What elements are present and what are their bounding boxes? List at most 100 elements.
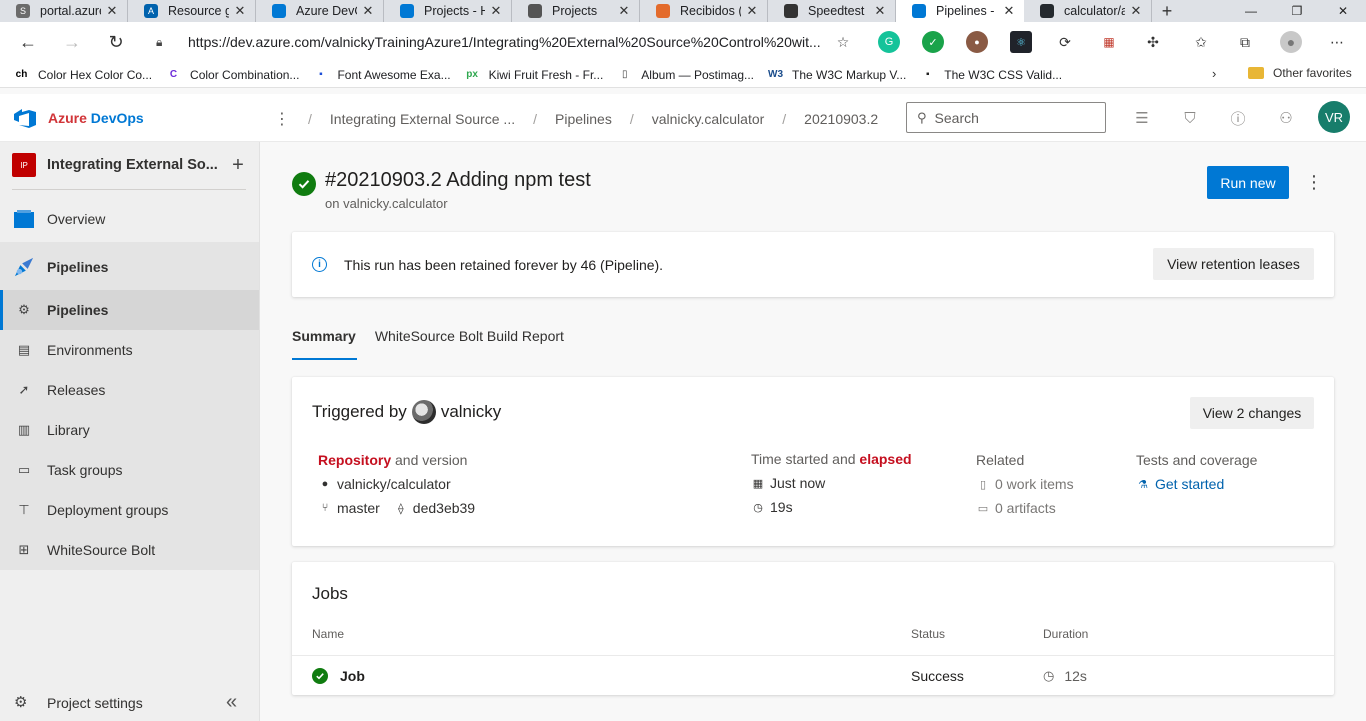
close-tab-icon[interactable]: ✕ [361, 3, 375, 19]
browser-tab[interactable]: Sportal.azure ✕ [0, 0, 128, 22]
close-tab-icon[interactable]: ✕ [617, 3, 631, 19]
branch-name[interactable]: master [337, 500, 380, 516]
table-extension-icon[interactable]: ▦ [1098, 31, 1120, 53]
bookmark-item[interactable]: ch Color Hex Color Co... [14, 67, 152, 82]
sidebar-item-whitesource-bolt[interactable]: ⊞ WhiteSource Bolt [0, 530, 259, 570]
close-tab-icon[interactable]: ✕ [1129, 3, 1143, 19]
new-tab-icon[interactable]: + [1152, 0, 1182, 22]
bookmark-label: Color Combination... [190, 67, 300, 82]
breadcrumb-run[interactable]: 20210903.2 [804, 111, 878, 127]
user-settings-icon[interactable]: ⚇ [1274, 106, 1298, 130]
maximize-icon[interactable]: ❐ [1274, 0, 1320, 22]
sidebar-item-task-groups[interactable]: ▭ Task groups [0, 450, 259, 490]
help-icon[interactable]: ⓘ [1226, 106, 1250, 130]
close-tab-icon[interactable]: ✕ [489, 3, 503, 19]
tab-whitesource-report[interactable]: WhiteSource Bolt Build Report [375, 328, 564, 362]
sidebar-item-releases[interactable]: ➚ Releases [0, 370, 259, 410]
work-items-count[interactable]: 0 work items [995, 476, 1074, 492]
breadcrumb: ⋮ / Integrating External Source ... / Pi… [274, 109, 879, 129]
bookmark-icon: C [169, 69, 178, 80]
close-tab-icon[interactable]: ✕ [233, 3, 247, 19]
bookmark-item[interactable]: ▯ Album — Postimag... [617, 67, 754, 82]
sidebar-item-environments[interactable]: ▤ Environments [0, 330, 259, 370]
minimize-icon[interactable]: — [1228, 0, 1274, 22]
artifact-icon: ▭ [977, 502, 989, 515]
browser-menu-icon[interactable]: ⋯ [1326, 31, 1348, 53]
cookie-extension-icon[interactable]: ● [966, 31, 988, 53]
more-actions-icon[interactable]: ⋮ [1304, 170, 1324, 194]
search-input[interactable]: ⚲ Search [906, 102, 1106, 133]
sidebar-item-pipelines[interactable]: ⚙︎ Pipelines [0, 290, 259, 330]
bookmark-item[interactable]: C Color Combination... [166, 67, 300, 82]
job-duration: 12s [1064, 668, 1087, 684]
retention-banner: i This run has been retained forever by … [292, 232, 1334, 297]
browser-tab[interactable]: Projects ✕ [512, 0, 640, 22]
breadcrumb-pipeline[interactable]: valnicky.calculator [652, 111, 765, 127]
add-favorite-icon[interactable]: ☆ [832, 31, 854, 53]
table-row[interactable]: Job [312, 668, 365, 684]
url-bar[interactable]: 🔒︎ https://dev.azure.com/valnickyTrainin… [144, 27, 864, 57]
bookmark-label: The W3C Markup V... [792, 67, 907, 82]
breadcrumb-more-icon[interactable]: ⋮ [274, 109, 290, 129]
sidebar-item-deployment-groups[interactable]: ⊤ Deployment groups [0, 490, 259, 530]
brand-name[interactable]: Azure DevOps [48, 110, 144, 126]
favorites-icon[interactable]: ✩ [1190, 31, 1212, 53]
run-new-button[interactable]: Run new [1207, 166, 1289, 199]
browser-tab[interactable]: Recibidos (✕ [640, 0, 768, 22]
browser-tab[interactable]: Azure DevO ✕ [256, 0, 384, 22]
collapse-sidebar-icon[interactable]: « [226, 691, 237, 714]
tab-summary[interactable]: Summary [292, 328, 357, 362]
breadcrumb-pipelines[interactable]: Pipelines [555, 111, 612, 127]
close-window-icon[interactable]: ✕ [1320, 0, 1366, 22]
react-devtools-icon[interactable]: ⚛ [1010, 31, 1032, 53]
forward-icon[interactable]: → [50, 22, 94, 62]
browser-tab[interactable]: calculator/a ✕ [1024, 0, 1152, 22]
browser-tab-label: Azure DevO [296, 4, 357, 18]
sidebar-item-overview[interactable]: Overview [0, 199, 259, 239]
reload-icon[interactable]: ↻ [94, 22, 138, 62]
bookmark-item[interactable]: W3 The W3C Markup V... [768, 67, 906, 82]
trigger-user[interactable]: valnicky [441, 402, 501, 422]
close-tab-icon[interactable]: ✕ [745, 3, 759, 19]
back-icon[interactable]: ← [6, 22, 50, 62]
extensions-icon[interactable]: ✣ [1142, 31, 1164, 53]
view-changes-button[interactable]: View 2 changes [1190, 397, 1314, 429]
bookmark-item[interactable]: px Kiwi Fruit Fresh - Fr... [465, 67, 603, 82]
get-started-link[interactable]: Get started [1155, 476, 1224, 492]
close-tab-icon[interactable]: ✕ [873, 3, 887, 19]
more-bookmarks-icon[interactable]: › [1212, 66, 1216, 81]
browser-tab[interactable]: Speedtest ✕ [768, 0, 896, 22]
task-list-icon[interactable]: ☰ [1130, 106, 1154, 130]
collections-icon[interactable]: ⧉ [1234, 31, 1256, 53]
marketplace-icon[interactable]: ⛉ [1178, 106, 1202, 130]
avatar[interactable]: VR [1318, 101, 1350, 133]
gear-icon: ⚙ [14, 694, 28, 711]
other-favorites[interactable]: Other favorites [1248, 66, 1352, 80]
close-tab-icon[interactable]: ✕ [105, 3, 119, 19]
check-extension-icon[interactable]: ✓ [922, 31, 944, 53]
bookmark-item[interactable]: ▪ The W3C CSS Valid... [920, 67, 1062, 82]
add-icon[interactable]: + [228, 154, 248, 177]
grammarly-extension-icon[interactable]: G [878, 31, 900, 53]
profile-icon[interactable]: ● [1280, 31, 1302, 53]
sidebar-item-library[interactable]: ▥ Library [0, 410, 259, 450]
close-tab-icon[interactable]: ✕ [1002, 3, 1016, 19]
bookmark-item[interactable]: ▪ Font Awesome Exa... [313, 67, 450, 82]
sync-extension-icon[interactable]: ⟳ [1054, 31, 1076, 53]
browser-tab[interactable]: Projects - H ✕ [384, 0, 512, 22]
browser-tab-label: Projects [552, 4, 598, 18]
repository-link[interactable]: valnicky/calculator [337, 476, 451, 492]
column-header-status: Status [911, 627, 946, 641]
user-avatar [411, 400, 436, 424]
sidebar-item-project-settings[interactable]: ⚙ Project settings « [0, 685, 259, 721]
view-retention-leases-button[interactable]: View retention leases [1153, 248, 1314, 280]
sidebar-item-pipelines-group[interactable]: Pipelines [0, 247, 259, 287]
browser-tab[interactable]: A Resource gr ✕ [128, 0, 256, 22]
browser-tab[interactable]: Pipelines - ✕ [896, 0, 1024, 22]
commit-id[interactable]: ded3eb39 [413, 500, 475, 516]
azure-devops-logo-icon[interactable] [14, 108, 36, 128]
project-selector[interactable]: IP Integrating External So... + [12, 153, 248, 177]
breadcrumb-project[interactable]: Integrating External Source ... [330, 111, 515, 127]
summary-card: Triggered by valnicky View 2 changes Rep… [292, 377, 1334, 546]
artifacts-count[interactable]: 0 artifacts [995, 500, 1056, 516]
